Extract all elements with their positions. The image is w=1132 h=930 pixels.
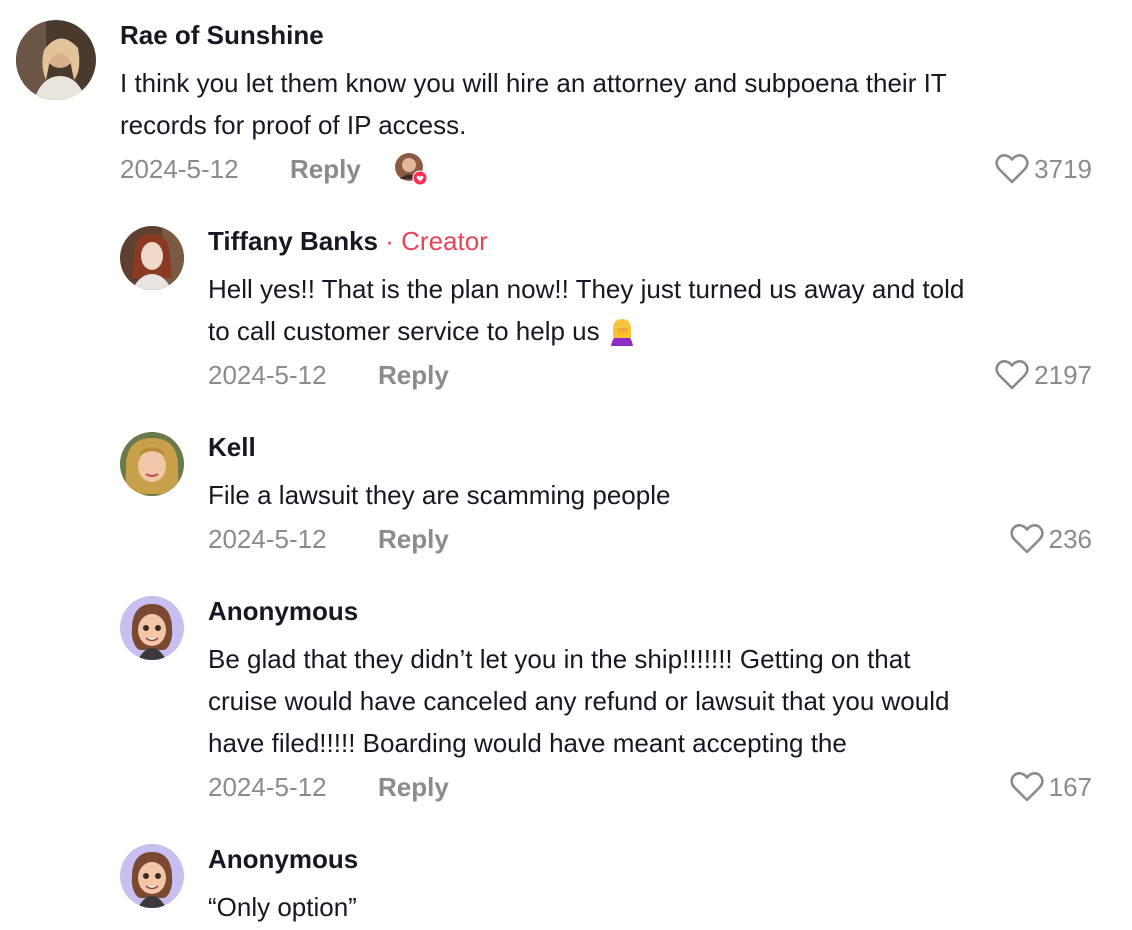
comment-username[interactable]: Kell xyxy=(208,432,256,462)
comment-item: Anonymous “Only option” xyxy=(0,844,1132,930)
avatar[interactable] xyxy=(120,432,184,496)
comment-text-segment: to call customer service to help us xyxy=(208,316,600,346)
comment-date: 2024-5-12 xyxy=(208,360,327,390)
like-button[interactable]: 2197 xyxy=(994,358,1092,392)
comment-text-line: have filed!!!!! Boarding would have mean… xyxy=(208,728,847,758)
comment-text-line: “Only option” xyxy=(208,892,357,922)
comment-item: Tiffany Banks · Creator Hell yes!! That … xyxy=(0,226,1132,396)
heart-outline-icon xyxy=(995,360,1029,390)
comment-text-line: Hell yes!! That is the plan now!! They j… xyxy=(208,274,965,304)
comment-username[interactable]: Rae of Sunshine xyxy=(120,20,324,50)
comment-text-line: File a lawsuit they are scamming people xyxy=(208,480,671,510)
comment-text-line: records for proof of IP access. xyxy=(120,110,467,140)
comment-date: 2024-5-12 xyxy=(120,154,239,184)
comment-body: Rae of Sunshine I think you let them kno… xyxy=(120,20,1092,190)
like-count: 236 xyxy=(1048,524,1092,554)
like-count: 167 xyxy=(1048,772,1092,802)
like-count: 2197 xyxy=(1034,360,1092,390)
woman-facepalming-emoji xyxy=(607,316,637,358)
comment-text-line: Be glad that they didn’t let you in the … xyxy=(208,644,911,674)
comment-meta: 2024-5-12 Reply 167 xyxy=(208,770,1092,804)
comment-text-line: cruise would have canceled any refund or… xyxy=(208,686,950,716)
like-button[interactable]: 3719 xyxy=(994,152,1092,186)
comment-body: Anonymous “Only option” xyxy=(208,844,1092,930)
like-count: 3719 xyxy=(1034,154,1092,184)
comment-item: Rae of Sunshine I think you let them kno… xyxy=(0,20,1132,190)
comment-body: Tiffany Banks · Creator Hell yes!! That … xyxy=(208,226,1092,396)
comment-username[interactable]: Anonymous xyxy=(208,596,358,626)
comment-body: Kell File a lawsuit they are scamming pe… xyxy=(208,432,1092,562)
avatar[interactable] xyxy=(120,844,184,908)
avatar[interactable] xyxy=(16,20,96,100)
heart-outline-icon xyxy=(995,154,1029,184)
avatar[interactable] xyxy=(120,596,184,660)
comment-text-line: to call customer service to help us xyxy=(208,310,637,358)
comment-date: 2024-5-12 xyxy=(208,772,327,802)
comment-date: 2024-5-12 xyxy=(208,524,327,554)
heart-outline-icon xyxy=(1009,772,1044,802)
like-button[interactable]: 167 xyxy=(1009,770,1092,804)
comment-text-line: I think you let them know you will hire … xyxy=(120,68,947,98)
reply-button[interactable]: Reply xyxy=(378,358,449,392)
avatar[interactable] xyxy=(120,226,184,290)
comment-item: Anonymous Be glad that they didn’t let y… xyxy=(0,596,1132,808)
comment-body: Anonymous Be glad that they didn’t let y… xyxy=(208,596,1092,808)
like-button[interactable]: 236 xyxy=(1009,522,1092,556)
comment-meta: 2024-5-12 Reply 3719 xyxy=(120,152,1092,186)
heart-outline-icon xyxy=(1009,524,1044,554)
creator-liked-badge-icon xyxy=(394,152,428,186)
comment-username[interactable]: Tiffany Banks · Creator xyxy=(208,226,488,256)
username-text: Tiffany Banks xyxy=(208,226,379,256)
comment-meta: 2024-5-12 Reply 236 xyxy=(208,522,1092,556)
creator-badge: · Creator xyxy=(385,226,488,256)
comment-meta: 2024-5-12 Reply 2197 xyxy=(208,358,1092,392)
comment-username[interactable]: Anonymous xyxy=(208,844,358,874)
reply-button[interactable]: Reply xyxy=(378,770,449,804)
comment-item: Kell File a lawsuit they are scamming pe… xyxy=(0,432,1132,562)
reply-button[interactable]: Reply xyxy=(290,152,361,186)
reply-button[interactable]: Reply xyxy=(378,522,449,556)
